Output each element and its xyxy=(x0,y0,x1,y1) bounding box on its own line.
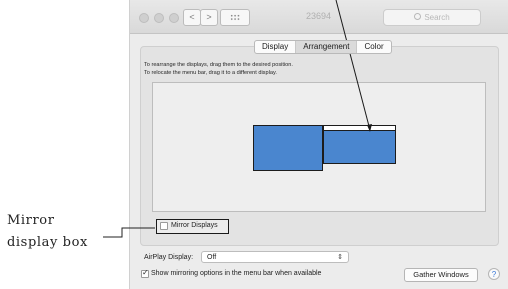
pointer-arrowhead xyxy=(367,124,372,132)
tab-bar: Display Arrangement Color xyxy=(254,40,392,54)
tab-display[interactable]: Display xyxy=(255,41,297,53)
annotation-leader-line xyxy=(103,227,155,238)
tab-color[interactable]: Color xyxy=(357,41,390,53)
pointer-line xyxy=(335,0,371,131)
tab-arrangement[interactable]: Arrangement xyxy=(296,41,358,53)
